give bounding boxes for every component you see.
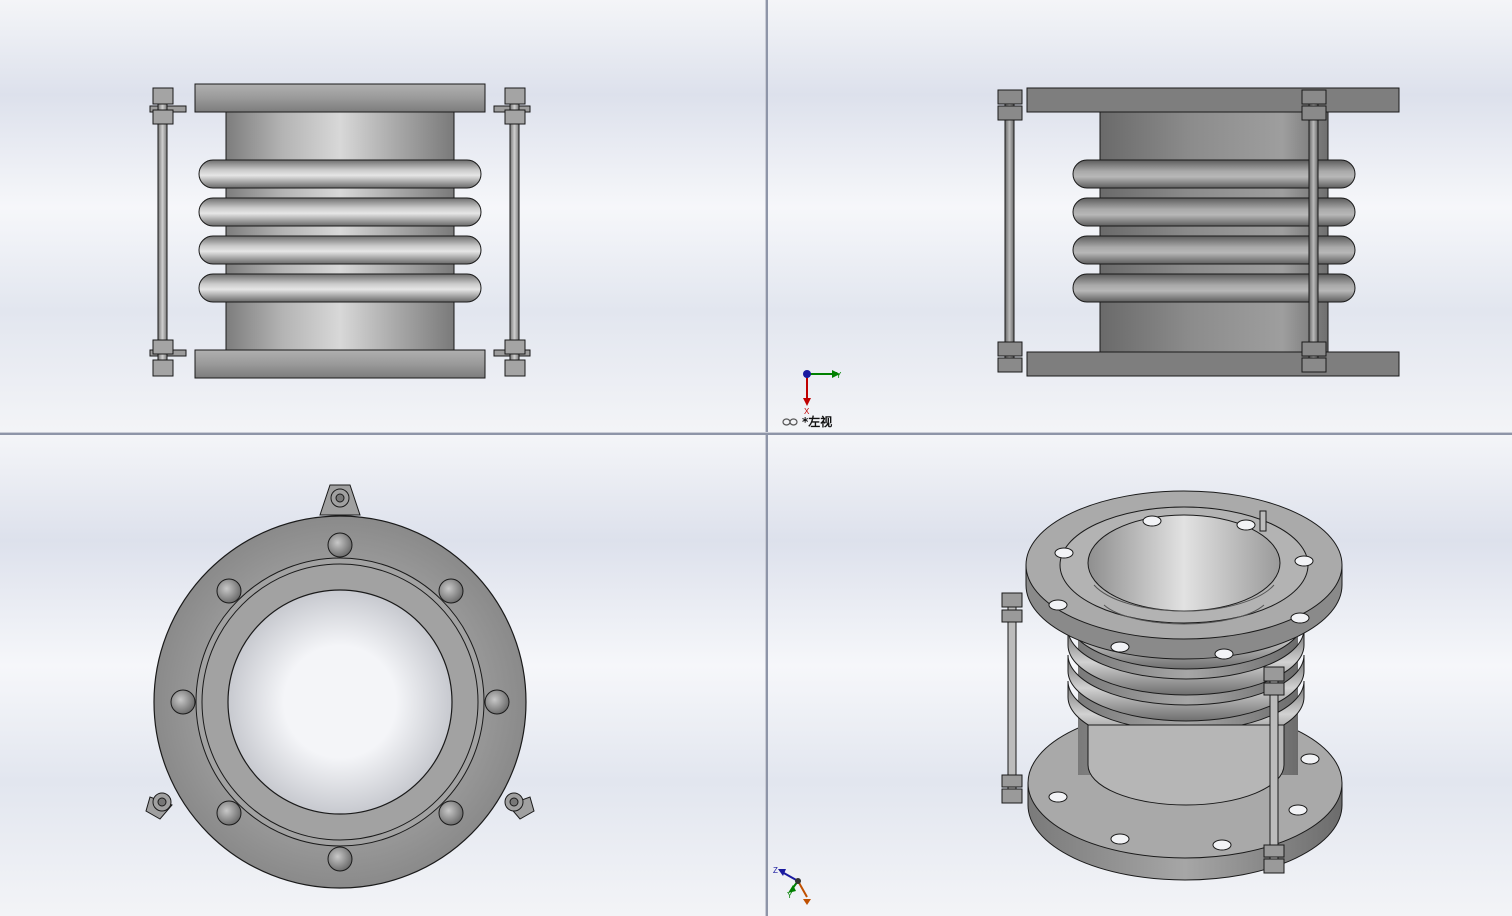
top-view-viewport[interactable] — [0, 435, 765, 916]
horizontal-viewport-splitter[interactable] — [0, 432, 1512, 435]
left-view-viewport[interactable]: Y X *左视 — [768, 0, 1512, 432]
front-view-drawing — [149, 83, 531, 379]
vertical-viewport-splitter[interactable] — [765, 0, 768, 916]
cad-graphics-area[interactable]: Y X *左视 Z Y — [0, 0, 1512, 916]
triad-y-label: Y — [836, 371, 842, 380]
isometric-view-drawing: Z Y — [773, 490, 1343, 905]
triad-y-label-iso: Y — [787, 891, 793, 900]
triad-z-label: Z — [773, 866, 778, 875]
left-view-drawing: Y X — [803, 87, 1400, 416]
front-view-viewport[interactable] — [0, 0, 765, 432]
view-orientation-label: *左视 — [782, 413, 832, 430]
iso-coordinate-triad-icon — [778, 869, 811, 905]
top-view-drawing — [145, 484, 535, 889]
view-name-text: *左视 — [802, 415, 833, 429]
isometric-view-viewport[interactable]: Z Y — [768, 435, 1512, 916]
coordinate-triad-icon — [803, 370, 840, 406]
view-orientation-glasses-icon — [782, 417, 798, 426]
